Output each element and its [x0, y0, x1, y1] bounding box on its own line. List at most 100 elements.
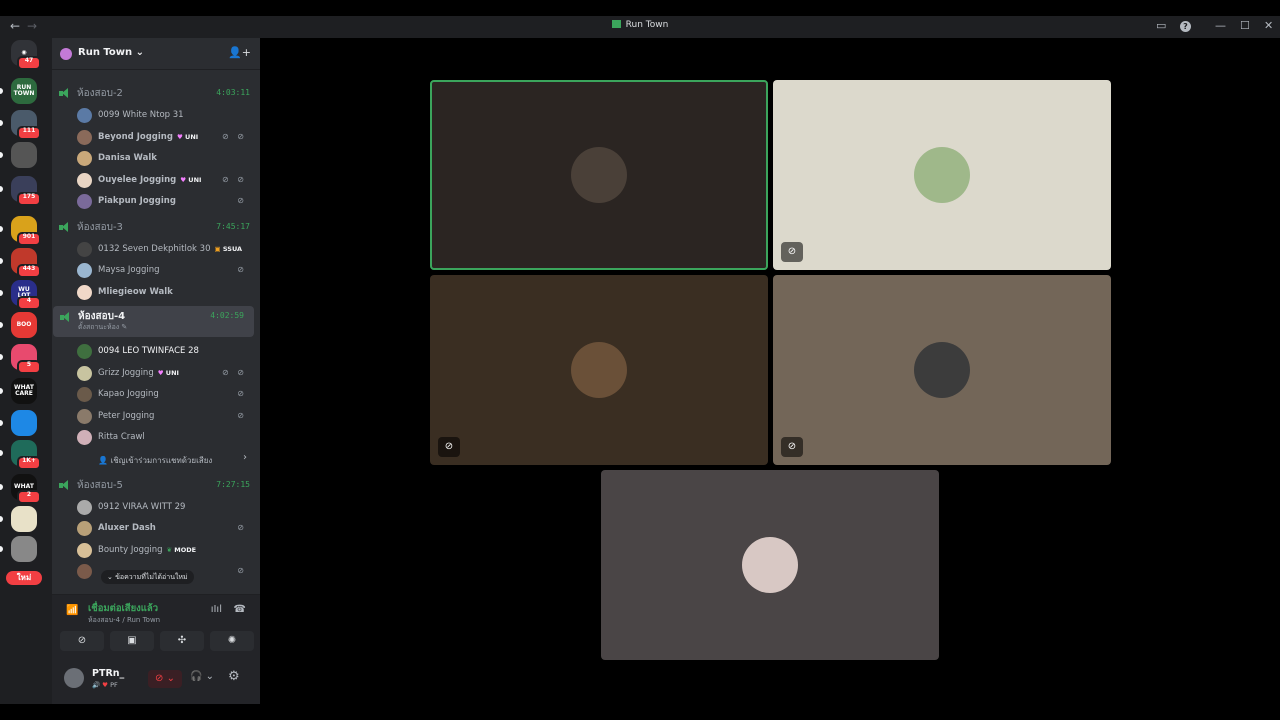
server-icon[interactable] — [11, 506, 37, 532]
voice-user-name: Grizz Jogging ♥ UNI — [98, 367, 179, 378]
guild-icon — [60, 48, 72, 60]
server-icon[interactable]: 443 — [11, 248, 41, 278]
voice-user-row[interactable]: 0132 Seven Dekphitlok 30 ▣ SSUA — [77, 239, 253, 259]
voice-user-row[interactable]: 0094 LEO TWINFACE 28 — [77, 341, 253, 361]
avatar[interactable] — [64, 668, 84, 688]
close-icon[interactable]: ✕ — [1264, 19, 1273, 32]
muted-icon: ⊘ — [237, 523, 247, 532]
voice-user-row[interactable]: Ouyelee Jogging ♥ UNI ⊘ ⊘ — [77, 170, 253, 190]
voice-user-name: Bounty Jogging ❦ MODE — [98, 544, 197, 555]
voice-user-row[interactable]: Piakpun Jogging ⊘ — [77, 191, 253, 211]
deafen-button[interactable]: 🎧 ⌄ — [190, 671, 214, 682]
voice-user-row[interactable]: 0099 White Ntop 31 — [77, 105, 253, 125]
server-rail: ◉ 47 ใหม่ RUN TOWN 111 175 901 443 WU LOT4BOO… — [0, 38, 52, 704]
settings-gear-icon[interactable]: ⚙ — [228, 669, 240, 684]
server-icon[interactable] — [11, 410, 37, 436]
voice-user-name: 0912 VIRAA WITT 29 — [98, 501, 186, 512]
channel-status[interactable]: ตั้งสถานะห้อง ✎ — [78, 322, 127, 333]
help-icon[interactable]: ? — [1180, 21, 1191, 32]
signal-icon[interactable]: 📶 — [66, 605, 78, 616]
muted-icon: ⊘ — [237, 265, 247, 274]
voice-user-row[interactable]: Peter Jogging ⊘ — [77, 406, 253, 426]
home-button[interactable]: ◉ 47 — [11, 40, 41, 70]
my-username[interactable]: PTRn_ — [92, 668, 124, 679]
avatar — [77, 521, 92, 536]
unread-pill — [0, 546, 3, 552]
activities-button[interactable]: ✣ — [160, 631, 204, 651]
disconnect-icon[interactable]: ☎ — [234, 604, 246, 615]
maximize-icon[interactable]: ☐ — [1240, 19, 1250, 32]
unread-pill — [0, 152, 3, 158]
server-icon[interactable]: WHAT CARE — [11, 378, 37, 404]
server-icon[interactable] — [11, 142, 37, 168]
voice-channel[interactable]: ห้องสอบ-2 4:03:11 — [52, 85, 260, 101]
channel-timer: 7:27:15 — [216, 479, 250, 489]
voice-user-row[interactable]: Maysa Jogging ⊘ — [77, 260, 253, 280]
guild-header[interactable]: Run Town ⌄ 👤+ — [52, 38, 260, 70]
voice-user-row[interactable]: Kapao Jogging ⊘ — [77, 384, 253, 404]
server-icon[interactable]: 901 — [11, 216, 41, 246]
voice-location: ห้องสอบ-4 / Run Town — [88, 616, 161, 624]
voice-user-row[interactable]: Bounty Jogging ❦ MODE — [77, 540, 253, 560]
inbox-icon[interactable]: ▭ — [1156, 19, 1166, 32]
mention-badge: 2 — [17, 490, 41, 504]
server-icon[interactable]: WU LOT4 — [11, 280, 41, 310]
muted-mic-icon: ⊘ — [438, 437, 460, 457]
voice-user-row[interactable]: Grizz Jogging ♥ UNI ⊘ ⊘ — [77, 363, 253, 383]
video-tile[interactable]: ⊘ — [773, 80, 1111, 270]
unread-pill — [0, 226, 3, 232]
voice-user-row[interactable]: Ritta Crawl — [77, 427, 253, 447]
voice-channel[interactable]: ห้องสอบ-5 7:27:15 — [52, 477, 260, 493]
voice-user-row[interactable]: Danisa Walk — [77, 148, 253, 168]
video-tile[interactable] — [601, 470, 939, 660]
home-badge: 47 — [17, 56, 41, 70]
unread-banner[interactable]: ⌄ ข้อความที่ไม่ได้อ่านใหม่ — [101, 570, 194, 584]
add-user-icon[interactable]: 👤+ — [228, 46, 251, 59]
mention-badge: 5 — [17, 360, 41, 374]
avatar — [914, 147, 970, 203]
mention-badge: 4 — [17, 296, 41, 310]
unread-pill — [0, 516, 3, 522]
server-icon[interactable]: 1K+ — [11, 440, 41, 470]
server-icon[interactable] — [11, 536, 37, 562]
server-avatar: BOO — [11, 312, 37, 338]
voice-user-name: Aluxer Dash — [98, 523, 156, 533]
video-stage: ⊘ ⊘ ⊘ — [260, 38, 1280, 704]
avatar — [742, 537, 798, 593]
voice-user-row[interactable]: Mliegieow Walk — [77, 282, 253, 302]
server-icon[interactable]: 5 — [11, 344, 41, 374]
chevron-right-icon: › — [243, 451, 247, 463]
server-icon[interactable]: 175 — [11, 176, 41, 206]
voice-channel[interactable]: ห้องสอบ-3 7:45:17 — [52, 219, 260, 235]
voice-user-row[interactable]: 0912 VIRAA WITT 29 — [77, 497, 253, 517]
avatar — [77, 284, 92, 300]
unread-pill — [0, 88, 3, 94]
mention-badge: 111 — [17, 126, 41, 140]
voice-connected-label[interactable]: เชื่อมต่อเสียงแล้ว — [88, 601, 158, 616]
new-pill[interactable]: ใหม่ — [6, 571, 42, 585]
minimize-icon[interactable]: — — [1215, 19, 1226, 32]
server-icon[interactable]: RUN TOWN — [11, 78, 37, 104]
video-tile[interactable]: ⊘ — [773, 275, 1111, 465]
avatar — [77, 564, 92, 579]
voice-user-row[interactable]: Aluxer Dash ⊘ — [77, 518, 253, 538]
camera-off-button[interactable]: ⊘ — [60, 631, 104, 651]
voice-channel[interactable]: ห้องสอบ-4 4:02:59 ตั้งสถานะห้อง ✎ — [53, 306, 254, 337]
noise-suppression-icon[interactable]: ıIıl — [211, 604, 222, 615]
mute-button[interactable]: ⊘ ⌄ — [148, 670, 182, 688]
avatar — [77, 172, 92, 188]
soundboard-button[interactable]: ✺ — [210, 631, 254, 651]
server-icon[interactable]: BOO — [11, 312, 37, 338]
voice-user-row[interactable]: Beyond Jogging ♥ UNI ⊘ ⊘ — [77, 127, 253, 147]
invite-to-voice[interactable]: 👤 เชิญเข้าร่วมการแชทด้วยเสียง › — [77, 449, 253, 469]
speaker-icon — [59, 479, 71, 490]
avatar — [77, 365, 92, 381]
unread-pill — [0, 186, 3, 192]
screen-share-button[interactable]: ▣ — [110, 631, 154, 651]
server-icon[interactable]: WHAT 2 — [11, 474, 41, 504]
video-tile[interactable]: ⊘ — [430, 275, 768, 465]
server-avatar — [11, 506, 37, 532]
unread-pill — [0, 120, 3, 126]
server-icon[interactable]: 111 — [11, 110, 41, 140]
video-tile[interactable] — [430, 80, 768, 270]
